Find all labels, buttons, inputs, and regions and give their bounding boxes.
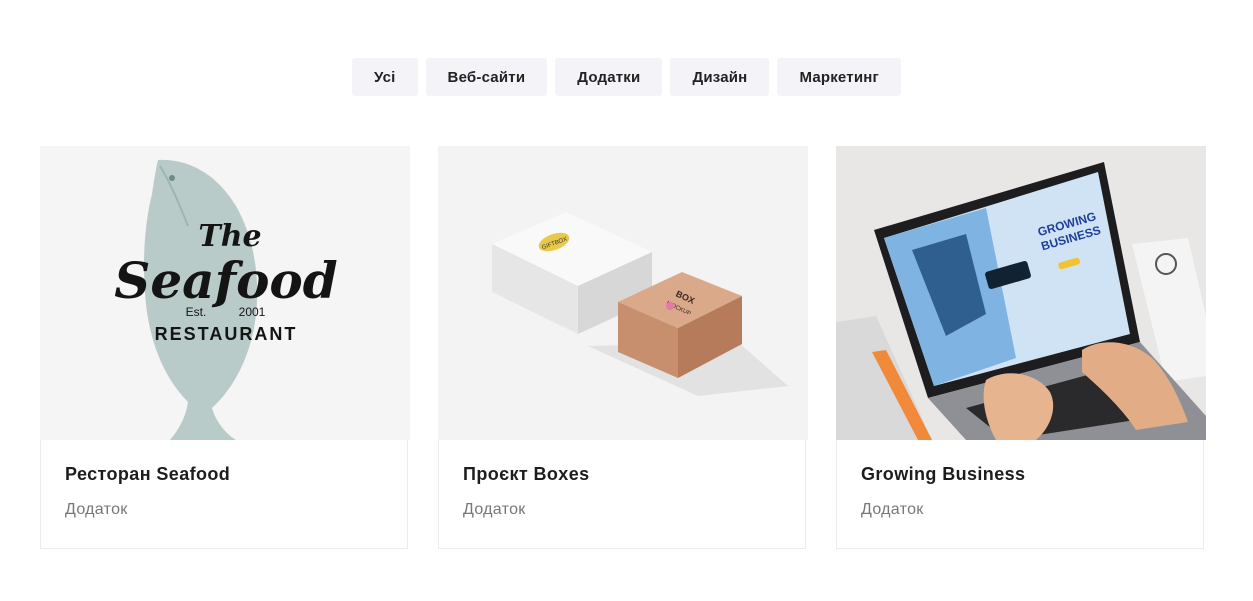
filter-design-button[interactable]: Дизайн bbox=[670, 58, 770, 96]
boxes-mockup-image: GIFTBOX BOX MOCKUP bbox=[438, 146, 808, 440]
filter-websites-button[interactable]: Веб-сайти bbox=[425, 58, 548, 96]
project-category: Додаток bbox=[861, 501, 924, 518]
filter-apps-button[interactable]: Додатки bbox=[555, 58, 663, 96]
svg-text:RESTAURANT: RESTAURANT bbox=[155, 324, 298, 344]
project-category: Додаток bbox=[65, 501, 128, 518]
laptop-photo-image: GROWING BUSINESS bbox=[836, 146, 1206, 440]
project-title: Growing Business bbox=[861, 464, 1026, 484]
svg-text:The: The bbox=[198, 219, 261, 254]
portfolio-card-seafood[interactable]: The Seafood Est. 2001 RESTAURANT Рестора… bbox=[40, 146, 410, 549]
seafood-logo-image: The Seafood Est. 2001 RESTAURANT bbox=[40, 146, 410, 440]
svg-text:Seafood: Seafood bbox=[114, 251, 338, 310]
svg-text:Est.: Est. bbox=[186, 305, 207, 319]
project-title: Ресторан Seafood bbox=[65, 464, 231, 484]
filter-marketing-button[interactable]: Маркетинг bbox=[777, 58, 901, 96]
project-title: Проєкт Boxes bbox=[463, 464, 590, 484]
project-category: Додаток bbox=[463, 501, 526, 518]
portfolio-grid: The Seafood Est. 2001 RESTAURANT Рестора… bbox=[40, 146, 1206, 549]
filter-all-button[interactable]: Усі bbox=[352, 58, 418, 96]
portfolio-card-boxes[interactable]: GIFTBOX BOX MOCKUP Проєкт Boxes Додаток bbox=[438, 146, 808, 549]
portfolio-filters: Усі Веб-сайти Додатки Дизайн Маркетинг bbox=[0, 58, 1253, 96]
svg-text:2001: 2001 bbox=[239, 305, 266, 319]
portfolio-card-growing-business[interactable]: GROWING BUSINESS Growing Business Додато… bbox=[836, 146, 1206, 549]
